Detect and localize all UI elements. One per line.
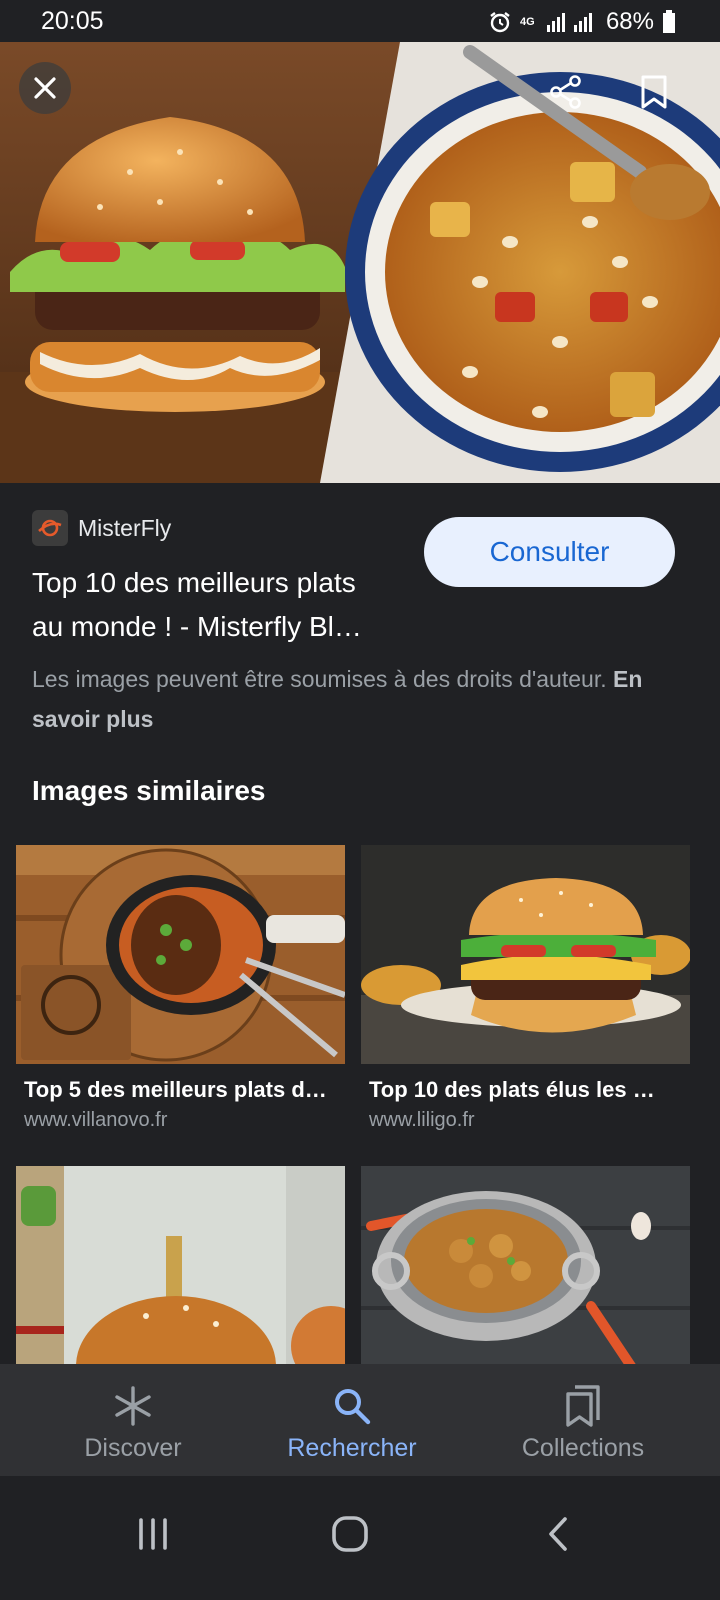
nav-discover-label: Discover [84, 1434, 182, 1462]
similar-image-card[interactable]: Top 5 des meilleurs plats d… www.villano… [16, 845, 345, 1145]
status-bar: 20:05 4G 68% [0, 0, 720, 42]
home-icon [332, 1516, 368, 1552]
similar-image-card[interactable] [361, 1166, 690, 1364]
nav-collections[interactable]: Collections [463, 1364, 703, 1476]
alarm-icon [488, 10, 512, 34]
result-title-line2: au monde ! - Misterfly Bl… [32, 611, 362, 642]
search-icon [332, 1384, 372, 1428]
similar-image-thumb [361, 1166, 690, 1364]
similar-image-card[interactable] [16, 1166, 345, 1364]
copyright-text: Les images peuvent être soumises à des d… [32, 666, 613, 692]
visit-button[interactable]: Consulter [424, 517, 675, 587]
share-button[interactable] [540, 66, 592, 118]
back-button[interactable] [518, 1504, 598, 1564]
similar-image-title: Top 10 des plats élus les … [369, 1077, 655, 1102]
similar-image-domain: www.liligo.fr [369, 1109, 475, 1131]
similar-image-title: Top 5 des meilleurs plats d… [24, 1077, 327, 1102]
status-icons: 4G 68% [488, 8, 676, 36]
system-navigation-bar [0, 1476, 720, 1600]
bookmark-button[interactable] [628, 66, 680, 118]
similar-image-domain: www.villanovo.fr [24, 1109, 168, 1131]
source-logo [32, 510, 68, 546]
close-icon [34, 77, 56, 99]
similar-images-heading: Images similaires [32, 775, 266, 806]
close-button[interactable] [19, 62, 71, 114]
nav-discover[interactable]: Discover [13, 1364, 253, 1476]
similar-image-thumb [16, 845, 345, 1064]
bottom-navigation: Discover Rechercher Collections [0, 1364, 720, 1476]
similar-image-card[interactable]: Top 10 des plats élus les … www.liligo.f… [361, 845, 690, 1145]
battery-icon [662, 10, 676, 34]
copyright-notice: Les images peuvent être soumises à des d… [32, 659, 692, 739]
recent-apps-button[interactable] [113, 1504, 193, 1564]
nav-search-label: Rechercher [287, 1434, 417, 1462]
status-time: 20:05 [41, 7, 104, 35]
home-button[interactable] [310, 1504, 390, 1564]
network-type-icon: 4G [519, 15, 535, 28]
source[interactable]: MisterFly [32, 510, 171, 546]
similar-image-thumb [361, 845, 690, 1064]
similar-image-thumb [16, 1166, 345, 1364]
back-icon [549, 1517, 567, 1551]
result-title-line1: Top 10 des meilleurs plats [32, 567, 356, 598]
hero-image[interactable] [0, 42, 720, 483]
bookmark-icon [641, 75, 667, 109]
source-name: MisterFly [78, 514, 172, 541]
asterisk-icon [111, 1384, 155, 1428]
battery-percent: 68% [605, 8, 654, 35]
signal-icon [546, 11, 598, 33]
collections-icon [563, 1384, 603, 1428]
recent-apps-icon [139, 1518, 167, 1550]
nav-collections-label: Collections [521, 1434, 645, 1462]
share-icon [550, 75, 581, 109]
result-title[interactable]: Top 10 des meilleurs plats au monde ! - … [32, 561, 412, 649]
nav-search[interactable]: Rechercher [232, 1364, 472, 1476]
misterfly-logo-icon [38, 519, 62, 537]
